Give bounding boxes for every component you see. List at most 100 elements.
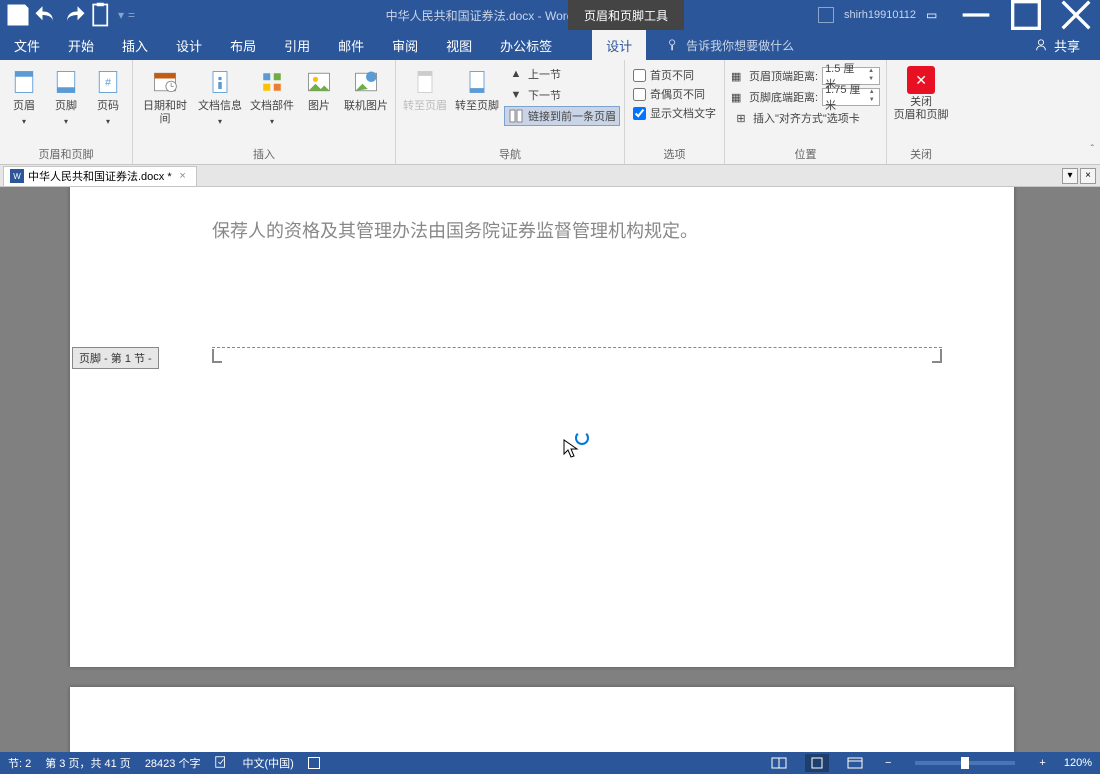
group-label-position: 位置 [729, 144, 882, 164]
next-section-button[interactable]: ▼下一节 [504, 85, 620, 105]
zoom-out-button[interactable]: − [881, 757, 895, 769]
group-position: ▦ 页眉顶端距离: 1.5 厘米▲▼ ▦ 页脚底端距离: 1.75 厘米▲▼ ⊞… [725, 60, 887, 164]
tell-me-placeholder: 告诉我你想要做什么 [686, 37, 794, 54]
group-navigation: 转至页眉 转至页脚 ▲上一节 ▼下一节 链接到前一条页眉 导航 [396, 60, 625, 164]
spellcheck-icon[interactable] [214, 755, 228, 772]
macro-record-icon[interactable] [308, 757, 320, 769]
doc-parts-button[interactable]: 文档部件▾ [247, 64, 297, 130]
close-window-button[interactable] [1056, 0, 1096, 30]
group-options: 首页不同 奇偶页不同 显示文档文字 选项 [625, 60, 725, 164]
down-arrow-icon: ▼ [508, 87, 524, 103]
picture-icon [303, 66, 335, 98]
tab-close-all-button[interactable]: × [1080, 168, 1096, 184]
footer-bottom-label: 页脚底端距离: [749, 89, 818, 105]
link-previous-button[interactable]: 链接到前一条页眉 [504, 106, 620, 126]
group-label-insert: 插入 [137, 144, 391, 164]
tab-layout[interactable]: 布局 [216, 30, 270, 60]
document-area[interactable]: 保荐人的资格及其管理办法由国务院证券监督管理机构规定。 页脚 - 第 1 节 -… [0, 187, 1100, 752]
tab-references[interactable]: 引用 [270, 30, 324, 60]
tab-office-tab[interactable]: 办公标签 [486, 30, 566, 60]
header-icon [8, 66, 40, 98]
footer-section-1-tag: 页脚 - 第 1 节 - [72, 347, 159, 369]
tab-design-context[interactable]: 设计 [592, 30, 646, 60]
tab-view[interactable]: 视图 [432, 30, 486, 60]
undo-button[interactable] [32, 1, 60, 29]
contextual-tab-label: 页眉和页脚工具 [568, 0, 684, 30]
minimize-button[interactable] [956, 0, 996, 30]
goto-header-button: 转至页眉 [400, 64, 450, 115]
zoom-level[interactable]: 120% [1064, 757, 1092, 769]
doc-info-button[interactable]: 文档信息▾ [195, 64, 245, 130]
web-layout-button[interactable] [843, 754, 867, 772]
group-close: ✕ 关闭 页眉和页脚 关闭 [887, 60, 955, 164]
zoom-in-button[interactable]: + [1035, 757, 1049, 769]
page-1: 保荐人的资格及其管理办法由国务院证券监督管理机构规定。 页脚 - 第 1 节 - [70, 187, 1014, 667]
header-button[interactable]: 页眉▾ [4, 64, 44, 130]
close-header-footer-button[interactable]: ✕ 关闭 页眉和页脚 [891, 64, 951, 124]
close-x-icon: ✕ [907, 66, 935, 94]
redo-button[interactable] [60, 1, 88, 29]
document-tab-bar: W 中华人民共和国证券法.docx * × ▾ × [0, 165, 1100, 187]
tab-home[interactable]: 开始 [54, 30, 108, 60]
date-time-button[interactable]: 日期和时间 [137, 64, 193, 128]
page-number-button[interactable]: # 页码▾ [88, 64, 128, 130]
paste-button[interactable] [88, 1, 116, 29]
different-first-checkbox[interactable]: 首页不同 [629, 66, 720, 84]
group-label-close: 关闭 [891, 144, 951, 164]
insert-align-tab-button[interactable]: ⊞插入"对齐方式"选项卡 [729, 108, 882, 128]
maximize-button[interactable] [1006, 0, 1046, 30]
ribbon-collapse-button[interactable]: ˆ [1091, 144, 1094, 155]
picture-button[interactable]: 图片 [299, 64, 339, 115]
group-label-nav: 导航 [400, 144, 620, 164]
document-tab-close[interactable]: × [176, 169, 190, 183]
footer-icon [50, 66, 82, 98]
up-arrow-icon: ▲ [508, 66, 524, 82]
page-2: ↲ 页脚 - 第 2 节 - 与上一节相同 第十二条° 设立股份有限公司公开发行… [70, 687, 1014, 752]
link-icon [508, 108, 524, 124]
user-name[interactable]: shirh19910112 [844, 9, 916, 21]
ribbon-tabs: 文件 开始 插入 设计 布局 引用 邮件 审阅 视图 办公标签 设计 告诉我你想… [0, 30, 1100, 60]
svg-text:#: # [105, 77, 111, 89]
share-button[interactable]: 共享 [1034, 30, 1100, 60]
tab-dropdown-button[interactable]: ▾ [1062, 168, 1078, 184]
header-top-label: 页眉顶端距离: [749, 68, 818, 84]
print-layout-button[interactable] [805, 754, 829, 772]
account-icon[interactable] [818, 7, 834, 23]
tab-mailings[interactable]: 邮件 [324, 30, 378, 60]
status-word-count[interactable]: 28423 个字 [145, 755, 201, 771]
group-insert: 日期和时间 文档信息▾ 文档部件▾ 图片 联机图片 插入 [133, 60, 396, 164]
align-tab-icon: ⊞ [733, 110, 749, 126]
title-bar: ▾ = 中华人民共和国证券法.docx - Word 页眉和页脚工具 shirh… [0, 0, 1100, 30]
page-number-icon: # [92, 66, 124, 98]
cursor-arrow-icon [563, 439, 579, 459]
status-section[interactable]: 节: 2 [8, 755, 31, 771]
goto-footer-icon [461, 66, 493, 98]
document-title: 中华人民共和国证券法.docx - Word [386, 7, 574, 24]
goto-footer-button[interactable]: 转至页脚 [452, 64, 502, 115]
doc-info-icon [204, 66, 236, 98]
status-language[interactable]: 中文(中国) [242, 755, 293, 771]
footer-distance-icon: ▦ [731, 91, 745, 104]
tab-review[interactable]: 审阅 [378, 30, 432, 60]
save-button[interactable] [4, 1, 32, 29]
status-page[interactable]: 第 3 页，共 41 页 [45, 755, 131, 771]
online-picture-button[interactable]: 联机图片 [341, 64, 391, 115]
footer-button[interactable]: 页脚▾ [46, 64, 86, 130]
zoom-slider[interactable] [915, 761, 1015, 765]
online-picture-icon [350, 66, 382, 98]
show-doc-text-checkbox[interactable]: 显示文档文字 [629, 104, 720, 122]
group-label-hf: 页眉和页脚 [4, 144, 128, 164]
tab-insert[interactable]: 插入 [108, 30, 162, 60]
footer-bottom-input[interactable]: 1.75 厘米▲▼ [822, 88, 880, 106]
tab-design-main[interactable]: 设计 [162, 30, 216, 60]
tell-me-search[interactable]: 告诉我你想要做什么 [666, 30, 794, 60]
calendar-icon [149, 66, 181, 98]
ribbon: 页眉▾ 页脚▾ # 页码▾ 页眉和页脚 日期和时间 文档信息▾ [0, 60, 1100, 165]
prev-section-button[interactable]: ▲上一节 [504, 64, 620, 84]
word-doc-icon: W [10, 169, 24, 183]
different-oddeven-checkbox[interactable]: 奇偶页不同 [629, 85, 720, 103]
document-tab[interactable]: W 中华人民共和国证券法.docx * × [3, 166, 197, 186]
read-mode-button[interactable] [767, 754, 791, 772]
ribbon-display-icon[interactable]: ▭ [926, 8, 946, 22]
tab-file[interactable]: 文件 [0, 30, 54, 60]
